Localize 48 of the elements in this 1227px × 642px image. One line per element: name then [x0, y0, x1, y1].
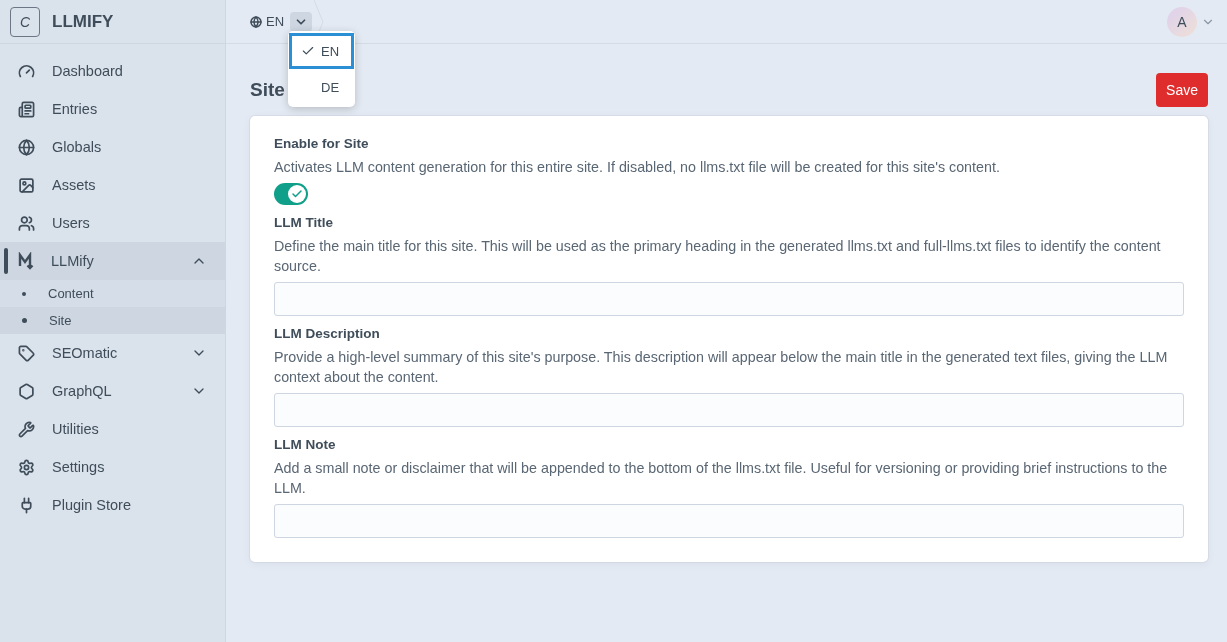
globe-icon — [18, 138, 35, 156]
nav-item[interactable]: Plugin Store — [0, 486, 225, 524]
input-field[interactable] — [274, 504, 1184, 538]
users-icon — [18, 214, 35, 232]
check-icon — [291, 188, 303, 200]
field-label: LLM Description — [274, 326, 381, 341]
input-field[interactable] — [274, 282, 1184, 316]
field-instructions: Provide a high-level summary of this site's purpose. This description will appear below the main title in the generated text files, giving the LLM context about the content. — [274, 348, 1169, 387]
globe-icon — [250, 15, 262, 28]
menu-option[interactable]: DE — [289, 69, 354, 105]
newspaper-icon — [18, 100, 35, 118]
user-avatar[interactable]: A — [1167, 6, 1197, 37]
nav-item[interactable]: Assets — [0, 166, 225, 204]
toggle-switch[interactable] — [274, 183, 308, 205]
field-instructions: Activates LLM content generation for this entire site. If disabled, no llms.txt file will be created for this site's content. — [274, 158, 1001, 177]
field-label: Enable for Site — [274, 136, 370, 151]
field-label: LLM Note — [274, 437, 337, 452]
dropdown-toggle[interactable] — [290, 11, 313, 32]
tag-icon — [18, 344, 35, 362]
logo[interactable]: C — [10, 6, 40, 37]
nav-item[interactable]: GraphQL — [0, 372, 225, 410]
wrench-icon — [18, 420, 35, 438]
menu-option[interactable]: EN — [289, 33, 354, 69]
nav-item[interactable]: Settings — [0, 448, 225, 486]
field-label: LLM Title — [274, 215, 334, 230]
nav-item[interactable]: Entries — [0, 90, 225, 128]
input-field[interactable] — [274, 393, 1184, 427]
site-selector[interactable]: EN — [250, 14, 285, 29]
hexagon-icon — [18, 382, 35, 400]
plug-icon — [18, 496, 35, 514]
nav-item[interactable]: Globals — [0, 128, 225, 166]
nav-item[interactable]: Users — [0, 204, 225, 242]
page-title: Site — [250, 79, 285, 101]
image-icon — [18, 176, 35, 194]
nav-item[interactable]: Dashboard — [0, 52, 225, 90]
nav-item[interactable]: LLMify — [0, 242, 225, 280]
gauge-icon — [18, 62, 35, 80]
nav-subitem[interactable]: Content — [0, 280, 225, 307]
check-icon — [301, 44, 315, 58]
brand-name: LLMIFY — [52, 11, 114, 32]
save-button[interactable]: Save — [1156, 73, 1208, 107]
nav-item[interactable]: SEOmatic — [0, 334, 225, 372]
nav-subitem[interactable]: Site — [0, 307, 225, 334]
field-instructions: Define the main title for this site. This will be used as the primary heading in the generated llms.txt and full-llms.txt files to identify the content source. — [274, 237, 1162, 276]
settings-icon — [18, 458, 35, 476]
m-arrow-icon — [18, 252, 34, 270]
field-instructions: Add a small note or disclaimer that will be appended to the bottom of the llms.txt file. Useful for versioning or providing brief instructions to the LLM. — [274, 459, 1169, 498]
nav-item[interactable]: Utilities — [0, 410, 225, 448]
